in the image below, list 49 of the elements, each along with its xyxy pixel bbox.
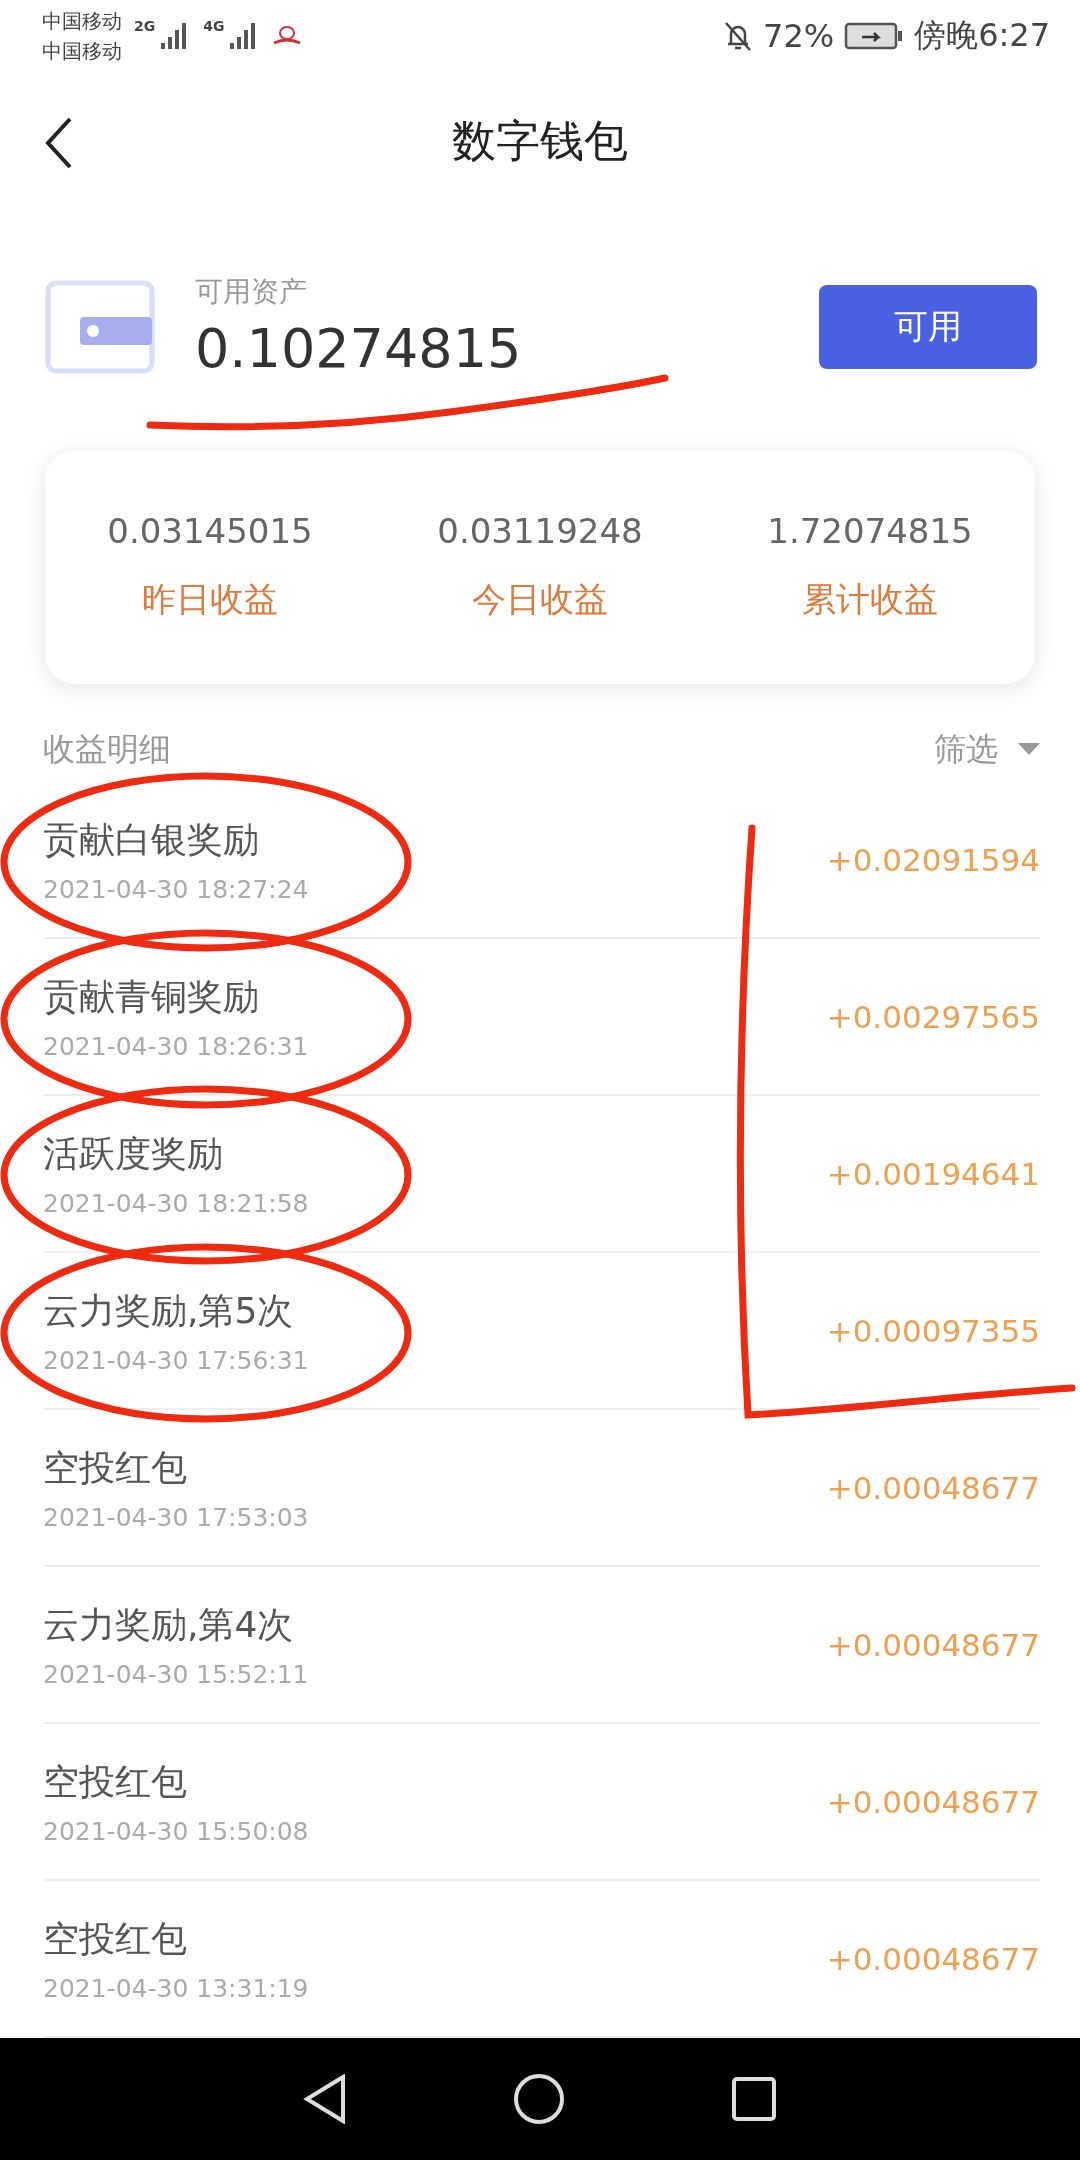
- back-icon: [44, 115, 74, 170]
- wallet-icon: [45, 279, 155, 374]
- available-button[interactable]: 可用: [819, 284, 1037, 369]
- record-amount: +0.00048677: [826, 1626, 1040, 1663]
- record-time: 2021-04-30 17:53:03: [43, 1502, 309, 1532]
- record-time: 2021-04-30 18:27:24: [43, 874, 309, 904]
- filter-button[interactable]: 筛选: [934, 728, 1040, 773]
- record-amount: +0.00297565: [826, 998, 1040, 1035]
- record-time: 2021-04-30 18:26:31: [43, 1031, 309, 1061]
- recents-icon[interactable]: [731, 2076, 777, 2123]
- carrier-name: 中国移动: [42, 7, 122, 35]
- earnings-label: 昨日收益: [142, 577, 278, 621]
- record-title: 云力奖励,第4次: [43, 1602, 295, 1647]
- asset-label: 可用资产: [195, 274, 308, 311]
- carrier-name: 中国移动: [42, 37, 122, 65]
- record-amount: +0.00048677: [826, 1940, 1040, 1977]
- record-amount: +0.00048677: [826, 1783, 1040, 1820]
- record-title: 空投红包: [43, 1916, 188, 1961]
- record-time: 2021-04-30 15:52:11: [43, 1659, 309, 1689]
- record-time: 2021-04-30 15:50:08: [43, 1816, 309, 1846]
- network-type: 2G: [134, 17, 156, 34]
- record-title: 贡献白银奖励: [43, 817, 260, 862]
- record-title: 空投红包: [43, 1759, 188, 1804]
- section-title: 收益明细: [43, 729, 171, 771]
- home-icon[interactable]: [513, 2073, 565, 2126]
- battery-percent: 72%: [763, 16, 835, 55]
- record-amount: +0.00194641: [826, 1155, 1040, 1192]
- record-time: 2021-04-30 18:21:58: [43, 1188, 309, 1218]
- network-type: 4G: [203, 17, 225, 34]
- record-title: 空投红包: [43, 1445, 188, 1490]
- record-amount: +0.02091594: [826, 841, 1040, 878]
- record-time: 2021-04-30 13:31:19: [43, 1973, 309, 2003]
- earnings-value: 0.03145015: [107, 510, 313, 551]
- earnings-value: 1.72074815: [767, 510, 973, 551]
- earnings-label: 累计收益: [802, 577, 938, 621]
- record-title: 活跃度奖励: [43, 1131, 224, 1176]
- back-nav-icon[interactable]: [303, 2074, 347, 2125]
- record-time: 2021-04-30 17:56:31: [43, 1345, 309, 1375]
- asset-amount: 0.10274815: [195, 317, 523, 381]
- earnings-label: 今日收益: [472, 577, 608, 621]
- app-notification-icon: [272, 24, 303, 47]
- earnings-value: 0.03119248: [437, 510, 643, 551]
- clock: 傍晚6:27: [914, 14, 1050, 56]
- page-title: 数字钱包: [452, 114, 628, 169]
- record-title: 云力奖励,第5次: [43, 1288, 295, 1333]
- battery-icon: [844, 21, 905, 50]
- record-amount: +0.00097355: [826, 1312, 1040, 1349]
- record-title: 贡献青铜奖励: [43, 974, 260, 1019]
- record-amount: +0.00048677: [826, 1469, 1040, 1506]
